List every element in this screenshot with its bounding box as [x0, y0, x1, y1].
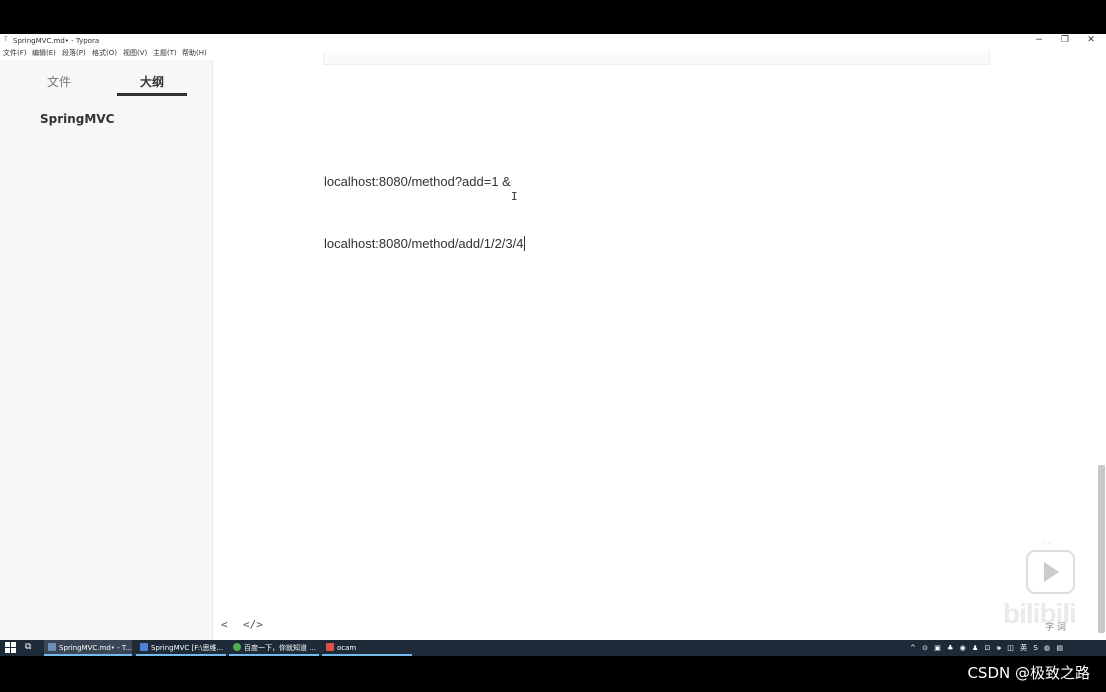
volume-icon[interactable]: 🕪 [997, 640, 1001, 656]
tab-outline[interactable]: 大纲 [117, 73, 187, 90]
tray-app-icon[interactable]: ▣ [934, 640, 941, 656]
wechat-icon[interactable]: ◍ [1044, 640, 1050, 656]
taskbar-item-ocam[interactable]: ocam [322, 640, 412, 656]
sogou-icon[interactable]: S [1033, 640, 1037, 656]
scrollbar-thumb[interactable] [1098, 465, 1105, 633]
source-code-toggle-icon[interactable]: </> [243, 618, 263, 631]
tray-app-icon[interactable]: ♟ [972, 640, 978, 656]
window-title: SpringMVC.md• - Typora [13, 37, 100, 45]
word-count[interactable]: 字 词 [1045, 620, 1066, 633]
network-icon[interactable]: ⊡ [984, 640, 990, 656]
system-tray: ^ ⊙ ▣ ♣ ◉ ♟ ⊡ 🕪 ◫ 英 S ◍ ▤ [910, 640, 1067, 656]
taskbar-item-ide[interactable]: SpringMVC [F:\思维... [136, 640, 226, 656]
tab-files[interactable]: 文件 [24, 73, 94, 90]
menu-help[interactable]: 帮助(H) [182, 49, 207, 58]
play-button[interactable] [1026, 550, 1075, 594]
paragraph-path-url[interactable]: localhost:8080/method/add/1/2/3/4 [324, 236, 526, 251]
taskbar: ⧉ SpringMVC.md• - T... SpringMVC [F:\思维.… [0, 640, 1106, 656]
play-icon [1044, 562, 1059, 582]
tray-app-icon[interactable]: ♣ [947, 640, 953, 656]
back-chevron-icon[interactable]: < [221, 618, 228, 631]
sidebar: 文件 大纲 SpringMVC [0, 60, 213, 640]
ide-icon [140, 643, 148, 651]
text-caret [524, 236, 526, 251]
editor-area[interactable]: localhost:8080/method?add=1 & localhost:… [213, 52, 1106, 640]
input-language-indicator[interactable]: 英 [1020, 640, 1027, 656]
ocam-icon [326, 643, 334, 651]
menu-edit[interactable]: 编辑(E) [32, 49, 56, 58]
battery-icon[interactable]: ◫ [1007, 640, 1014, 656]
code-block-edge [323, 52, 990, 65]
tray-app-icon[interactable]: ⊙ [922, 640, 928, 656]
menu-theme[interactable]: 主题(T) [153, 49, 177, 58]
bottom-letterbox [0, 656, 1106, 692]
menu-view[interactable]: 视图(V) [123, 49, 147, 58]
ibeam-cursor-icon: I [511, 190, 518, 203]
windows-start-icon[interactable] [5, 642, 17, 654]
top-letterbox [0, 0, 1106, 34]
minimize-button[interactable]: − [1026, 34, 1052, 47]
notification-icon[interactable]: ▤ [1056, 640, 1063, 656]
taskbar-item-browser[interactable]: 百度一下，你就知道 ... [229, 640, 319, 656]
paragraph-query-url[interactable]: localhost:8080/method?add=1 & [324, 174, 511, 189]
close-button[interactable]: ✕ [1078, 34, 1104, 47]
task-view-icon[interactable]: ⧉ [25, 642, 31, 652]
menu-format[interactable]: 格式(O) [92, 49, 117, 58]
csdn-credit: CSDN @极致之路 [967, 664, 1090, 682]
paragraph-path-url-text: localhost:8080/method/add/1/2/3/4 [324, 236, 524, 251]
menu-paragraph[interactable]: 段落(P) [62, 49, 86, 58]
taskbar-item-typora[interactable]: SpringMVC.md• - T... [44, 640, 132, 656]
tray-expand-icon[interactable]: ^ [910, 640, 916, 656]
title-bar: T SpringMVC.md• - Typora − ❐ ✕ [0, 34, 1106, 47]
tray-app-icon[interactable]: ◉ [960, 640, 966, 656]
browser-icon [233, 643, 241, 651]
typora-window: T SpringMVC.md• - Typora − ❐ ✕ 文件(F) 编辑(… [0, 34, 1106, 640]
typora-icon [48, 643, 56, 651]
outline-item-springmvc[interactable]: SpringMVC [40, 112, 114, 126]
restore-button[interactable]: ❐ [1052, 34, 1078, 47]
typora-app-icon: T [4, 36, 8, 43]
menu-file[interactable]: 文件(F) [3, 49, 27, 58]
active-tab-indicator [117, 93, 187, 96]
